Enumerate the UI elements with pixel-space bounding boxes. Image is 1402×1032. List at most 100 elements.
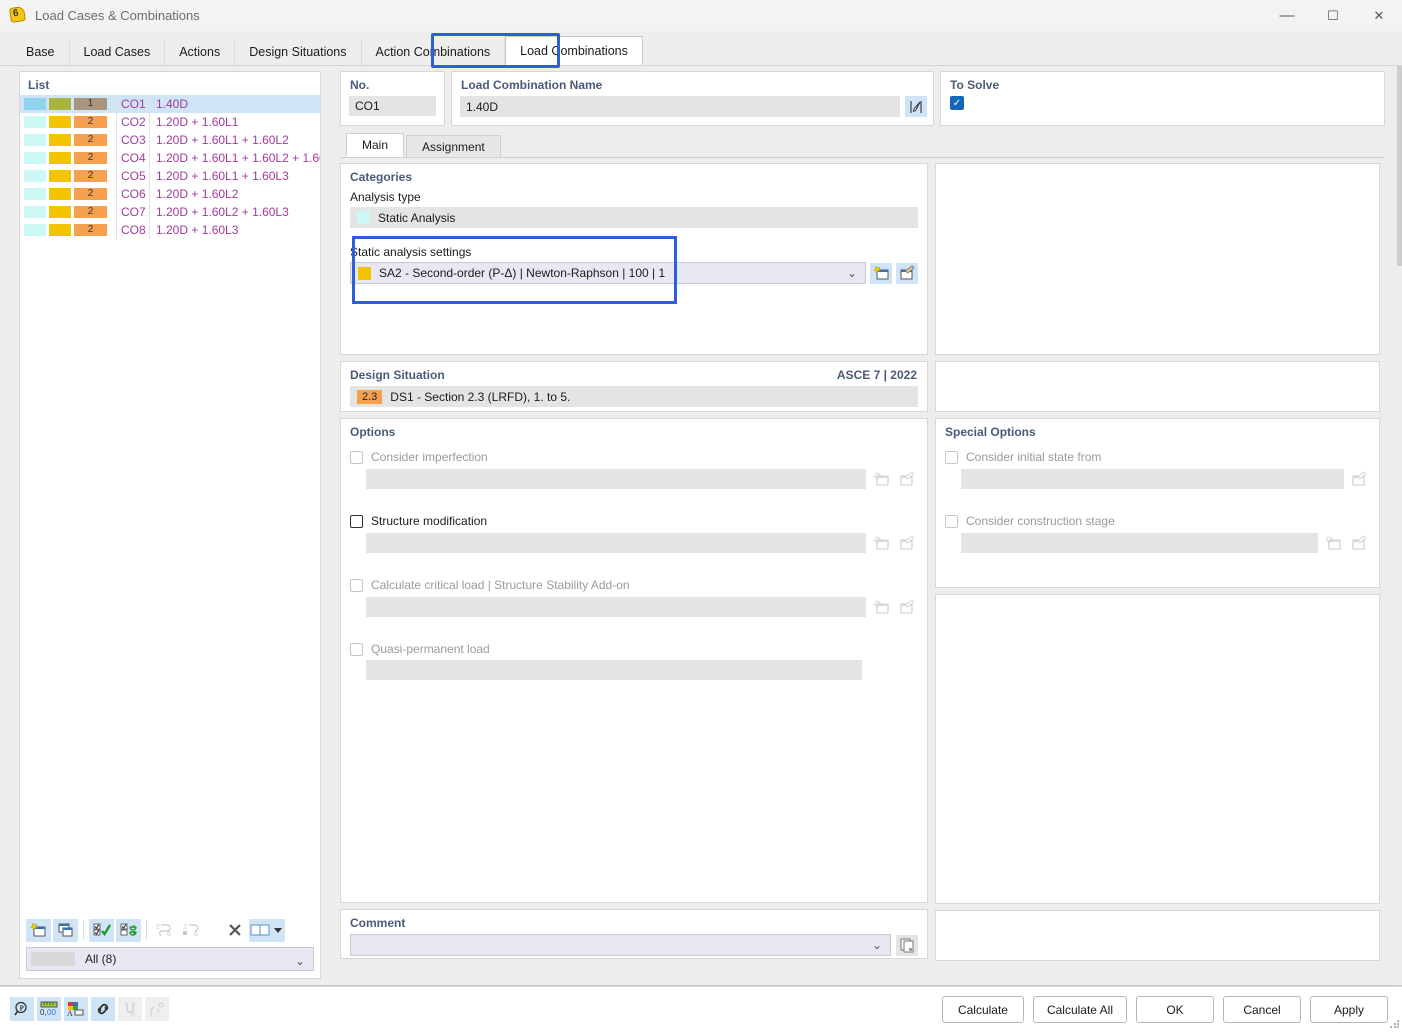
edit-name-icon[interactable] <box>905 96 927 117</box>
magnifier-info-icon[interactable]: P <box>10 997 34 1021</box>
edit-construction-stage-icon <box>1348 532 1370 553</box>
list-item[interactable]: 2 CO6 1.20D + 1.60L2 <box>20 185 320 203</box>
option-consider-construction-stage[interactable]: Consider construction stage <box>936 507 1379 530</box>
row-swatch-2 <box>49 170 71 182</box>
tab-design-situations[interactable]: Design Situations <box>235 38 362 65</box>
list-item[interactable]: 2 CO3 1.20D + 1.60L1 + 1.60L2 <box>20 131 320 149</box>
window-controls: — ☐ ✕ <box>1264 0 1402 31</box>
name-panel: Load Combination Name 1.40D <box>451 71 934 126</box>
calculate-all-button[interactable]: Calculate All <box>1032 996 1127 1023</box>
to-solve-checkbox[interactable]: ✓ <box>950 96 964 110</box>
list-item[interactable]: 1 CO1 1.40D <box>20 95 320 113</box>
comment-input[interactable]: ⌄ <box>350 934 891 956</box>
minimize-button[interactable]: — <box>1264 0 1310 31</box>
row-swatch-2 <box>49 152 71 164</box>
invert-selection-icon[interactable] <box>116 918 141 942</box>
tab-assignment[interactable]: Assignment <box>406 135 501 157</box>
consider-construction-stage-checkbox[interactable] <box>945 514 958 528</box>
row-description: 1.20D + 1.60L1 + 1.60L2 + 1.60L3 <box>156 151 320 165</box>
detail-left-column: Categories Analysis type Static Analysis… <box>340 163 928 967</box>
calculate-critical-load-checkbox[interactable] <box>350 578 363 592</box>
vertical-scrollbar[interactable] <box>1397 66 1402 986</box>
new-settings-icon[interactable] <box>870 262 892 284</box>
consider-imperfection-label: Consider imperfection <box>371 450 488 464</box>
right-middle-empty-panel <box>935 361 1380 412</box>
no-label: No. <box>350 78 370 92</box>
consider-imperfection-checkbox[interactable] <box>350 450 363 464</box>
new-load-combination-icon[interactable] <box>26 918 51 942</box>
special-options-card: Special Options Consider initial state f… <box>935 418 1380 588</box>
tab-main[interactable]: Main <box>346 133 405 157</box>
scrollbar-thumb[interactable] <box>1397 66 1402 266</box>
structure-modification-field-row <box>366 532 918 553</box>
analysis-type-field: Static Analysis <box>350 207 918 228</box>
list-item[interactable]: 2 CO4 1.20D + 1.60L1 + 1.60L2 + 1.60L3 <box>20 149 320 167</box>
resize-grip[interactable] <box>1389 1019 1399 1029</box>
name-input[interactable]: 1.40D <box>460 96 900 117</box>
row-swatch-2 <box>49 188 71 200</box>
option-quasi-permanent-load[interactable]: Quasi-permanent load <box>341 635 927 658</box>
row-class-badge: 2 <box>74 224 107 236</box>
apply-button[interactable]: Apply <box>1310 996 1388 1023</box>
static-analysis-settings-swatch <box>358 266 371 280</box>
list-item[interactable]: 2 CO8 1.20D + 1.60L3 <box>20 221 320 239</box>
tab-action-combinations[interactable]: Action Combinations <box>361 38 506 65</box>
row-swatch-1 <box>24 98 46 110</box>
structure-modification-checkbox[interactable] <box>350 514 363 528</box>
static-analysis-settings-dropdown[interactable]: SA2 - Second-order (P-Δ) | Newton-Raphso… <box>350 262 866 284</box>
tab-load-combinations[interactable]: Load Combinations <box>505 36 643 65</box>
ok-button[interactable]: OK <box>1136 996 1214 1023</box>
list-filter-dropdown[interactable]: All (8) ⌄ <box>26 947 314 971</box>
option-consider-imperfection[interactable]: Consider imperfection <box>341 443 927 466</box>
svg-text:6: 6 <box>194 931 198 938</box>
tab-base[interactable]: Base <box>12 38 70 65</box>
maximize-button[interactable]: ☐ <box>1310 0 1356 31</box>
comment-library-icon[interactable] <box>896 934 918 956</box>
design-situation-title: Design Situation <box>350 368 445 382</box>
tab-actions[interactable]: Actions <box>165 38 236 65</box>
comment-card: Comment ⌄ <box>340 909 928 959</box>
snap-icon[interactable]: |5 <box>118 997 142 1021</box>
load-combination-list[interactable]: 1 CO1 1.40D 2 CO2 1.20D + 1.60L1 2 CO3 1… <box>20 95 320 913</box>
colors-icon[interactable]: A <box>64 997 88 1021</box>
units-decimal-icon[interactable]: 0, 00 <box>37 997 61 1021</box>
svg-text:|5: |5 <box>131 1012 135 1017</box>
structure-modification-label: Structure modification <box>371 514 488 528</box>
select-all-icon[interactable] <box>89 918 114 942</box>
copy-load-combination-icon[interactable] <box>53 918 78 942</box>
renumber-icon[interactable]: 26 <box>152 919 177 942</box>
list-item[interactable]: 2 CO5 1.20D + 1.60L1 + 1.60L3 <box>20 167 320 185</box>
quasi-permanent-load-checkbox[interactable] <box>350 642 363 656</box>
calculate-button[interactable]: Calculate <box>941 996 1024 1023</box>
option-consider-initial-state[interactable]: Consider initial state from <box>936 443 1379 466</box>
row-swatch-1 <box>24 224 46 236</box>
cancel-button[interactable]: Cancel <box>1223 996 1301 1023</box>
chevron-down-icon: ⌄ <box>846 266 857 280</box>
row-class-badge: 2 <box>74 134 107 146</box>
edit-settings-icon[interactable] <box>896 262 918 284</box>
delete-icon[interactable] <box>222 919 247 942</box>
special-options-header: Special Options <box>936 419 1379 443</box>
consider-initial-state-checkbox[interactable] <box>945 450 958 464</box>
consider-construction-stage-field <box>961 532 1318 553</box>
right-lower-empty-panel <box>935 594 1380 904</box>
link-icon[interactable] <box>91 997 115 1021</box>
chevron-down-icon: ⌄ <box>871 938 882 952</box>
list-item[interactable]: 2 CO2 1.20D + 1.60L1 <box>20 113 320 131</box>
design-situation-header: Design Situation ASCE 7 | 2022 <box>341 362 927 386</box>
row-class-badge: 1 <box>74 98 107 110</box>
view-mode-icon[interactable] <box>249 918 285 942</box>
toolbar-divider <box>146 920 147 940</box>
right-upper-empty-panel <box>935 163 1380 355</box>
static-analysis-settings-label: Static analysis settings <box>350 245 472 259</box>
tab-load-cases[interactable]: Load Cases <box>69 38 166 65</box>
row-swatch-2 <box>49 116 71 128</box>
reorder-icon[interactable]: 26 <box>179 919 204 942</box>
design-situation-value: DS1 - Section 2.3 (LRFD), 1. to 5. <box>390 389 571 404</box>
option-calculate-critical-load[interactable]: Calculate critical load | Structure Stab… <box>341 571 927 594</box>
formula-icon[interactable]: fx <box>145 997 169 1021</box>
list-item[interactable]: 2 CO7 1.20D + 1.60L2 + 1.60L3 <box>20 203 320 221</box>
option-structure-modification[interactable]: Structure modification <box>341 507 927 530</box>
design-situation-card: Design Situation ASCE 7 | 2022 2.3 DS1 -… <box>340 361 928 412</box>
close-button[interactable]: ✕ <box>1356 0 1402 31</box>
